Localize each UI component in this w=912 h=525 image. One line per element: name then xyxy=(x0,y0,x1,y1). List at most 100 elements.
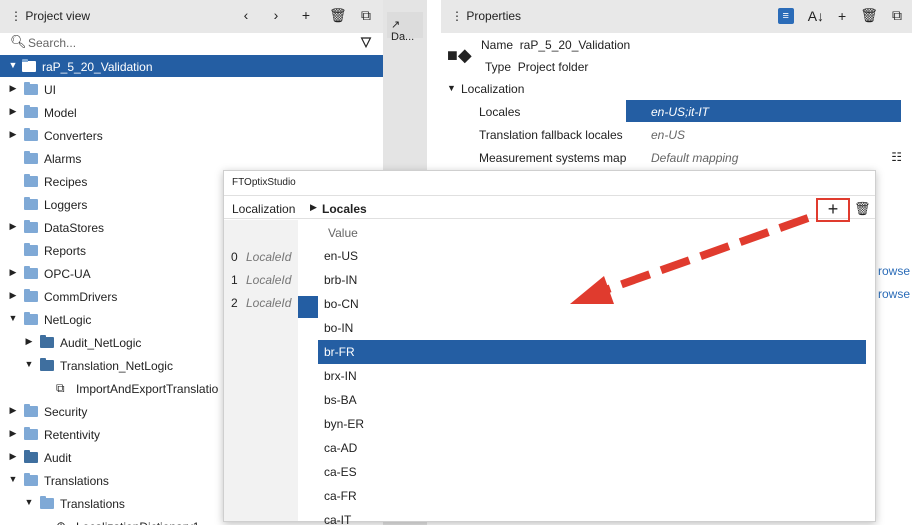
tree-item[interactable]: ▶ UI xyxy=(0,78,383,100)
sort-az-icon[interactable]: A↓ xyxy=(808,8,824,24)
locale-option-label: brb-IN xyxy=(324,273,358,287)
name-label: Name xyxy=(481,38,514,52)
tab-data-label: Da... xyxy=(391,31,415,43)
expand-icon[interactable]: ▶ xyxy=(24,336,34,347)
collapse-icon[interactable]: ▼ xyxy=(8,474,18,484)
locale-option[interactable]: brb-IN xyxy=(318,268,866,292)
tree-root-item[interactable]: ▼ raP_5_20_Validation xyxy=(0,55,383,77)
expand-icon[interactable]: ▶ xyxy=(8,405,18,416)
prop-row-fallback[interactable]: Translation fallback locales en-US xyxy=(441,123,912,145)
prop-key: Translation fallback locales xyxy=(479,128,623,142)
prop-key: Locales xyxy=(479,105,521,119)
project-folder-icon: ■◆ xyxy=(447,45,472,65)
tree-item-label: Security xyxy=(44,405,88,419)
tree-item[interactable]: ▶ Converters xyxy=(0,124,383,146)
locale-option[interactable]: bo-IN xyxy=(318,316,866,340)
locale-option[interactable]: ca-FR xyxy=(318,484,866,508)
dialog-titlebar: FTOptixStudio xyxy=(224,171,875,193)
forward-icon[interactable]: › xyxy=(269,7,283,24)
name-value[interactable]: raP_5_20_Validation xyxy=(520,38,631,52)
alarms-folder-icon xyxy=(24,151,38,164)
tree-item-label: CommDrivers xyxy=(44,290,118,304)
tree-item[interactable]: Alarms xyxy=(0,147,383,169)
browse-link[interactable]: rowse xyxy=(878,264,910,278)
value-column-header: Value xyxy=(328,226,358,240)
prop-value-box[interactable]: en-US;it-IT xyxy=(626,100,901,122)
filter-list-icon[interactable]: ≡ xyxy=(777,7,794,24)
properties-title-text: Properties xyxy=(466,9,522,23)
locale-option[interactable]: bo-CN xyxy=(318,292,866,316)
collapse-icon[interactable]: ▼ xyxy=(8,313,18,323)
search-icon: 🔍︎ xyxy=(10,34,27,49)
locale-option-label: ca-IT xyxy=(324,513,352,525)
row-index: 0 xyxy=(231,250,238,264)
expand-icon[interactable]: ▶ xyxy=(8,129,18,140)
copy-icon[interactable]: ⧉ xyxy=(892,7,902,24)
locale-option[interactable]: ca-ES xyxy=(318,460,866,484)
tree-item-label: Recipes xyxy=(44,175,88,189)
collapse-icon[interactable]: ▼ xyxy=(8,60,18,70)
localization-section[interactable]: ▼ Localization xyxy=(441,79,912,99)
trash-icon[interactable]: 🗑 xyxy=(854,201,871,217)
opcua-folder-icon xyxy=(24,266,38,279)
project-view-header: ⋮ Project view ‹ › + 🗑 ⧉ xyxy=(0,0,383,33)
model-folder-icon xyxy=(24,105,38,118)
prop-value[interactable]: en-US xyxy=(651,128,685,142)
trash-icon[interactable]: 🗑 xyxy=(329,7,347,24)
expand-icon[interactable]: ▶ xyxy=(8,106,18,117)
locale-option-label: ca-AD xyxy=(324,441,358,455)
locale-option[interactable]: byn-ER xyxy=(318,412,866,436)
row-index: 1 xyxy=(231,273,238,287)
folder-icon xyxy=(40,358,54,371)
prop-value[interactable]: en-US;it-IT xyxy=(651,105,709,119)
tab-data[interactable]: ↗ Da... xyxy=(387,12,423,43)
collapse-icon[interactable]: ▼ xyxy=(447,83,456,93)
add-locale-button[interactable]: + xyxy=(816,198,850,222)
locale-option[interactable]: en-US xyxy=(318,244,866,268)
prop-row-locales[interactable]: Locales en-US;it-IT xyxy=(441,100,912,122)
locale-option-label: brx-IN xyxy=(324,369,357,383)
expand-icon[interactable]: ▶ xyxy=(8,451,18,462)
collapse-icon[interactable]: ▼ xyxy=(24,497,34,507)
selected-value-cell[interactable] xyxy=(298,296,318,318)
recipes-folder-icon xyxy=(24,174,38,187)
expand-icon[interactable]: ▶ xyxy=(8,83,18,94)
edit-mapping-icon[interactable]: ☷ xyxy=(891,150,902,164)
search-input[interactable]: Search... xyxy=(28,36,76,50)
filter-icon[interactable]: ▽ xyxy=(361,34,371,50)
locale-option[interactable]: br-FR xyxy=(318,340,866,364)
tree-item-label: Retentivity xyxy=(44,428,101,442)
locale-option[interactable]: bs-BA xyxy=(318,388,866,412)
name-row: Name raP_5_20_Validation xyxy=(481,38,630,52)
expand-icon[interactable]: ▶ xyxy=(8,267,18,278)
breadcrumb-parent[interactable]: Localization xyxy=(232,202,295,216)
collapse-icon[interactable]: ▼ xyxy=(24,359,34,369)
locale-option[interactable]: brx-IN xyxy=(318,364,866,388)
folder-icon xyxy=(40,335,54,348)
prop-value[interactable]: Default mapping xyxy=(651,151,738,165)
expand-icon[interactable]: ▶ xyxy=(8,428,18,439)
netlogic-folder-icon xyxy=(24,312,38,325)
expand-icon[interactable]: ▶ xyxy=(8,290,18,301)
project-search-bar[interactable]: 🔍︎ Search... ▽ xyxy=(0,33,383,53)
commdrivers-folder-icon xyxy=(24,289,38,302)
prop-row-measurement[interactable]: Measurement systems map Default mapping … xyxy=(441,146,912,168)
locale-option[interactable]: ca-IT xyxy=(318,508,866,525)
row-id: LocaleId xyxy=(246,273,292,287)
browse-link[interactable]: rowse xyxy=(878,287,910,301)
properties-identity: ■◆ Name raP_5_20_Validation Type Project… xyxy=(441,33,912,77)
expand-icon[interactable]: ▶ xyxy=(8,221,18,232)
locale-option[interactable]: ca-AD xyxy=(318,436,866,460)
tree-item-label: Translation_NetLogic xyxy=(60,359,173,373)
script-icon: ⧉ xyxy=(56,381,65,395)
add-icon[interactable]: + xyxy=(838,8,846,24)
add-icon[interactable]: + xyxy=(299,7,313,24)
row-id: LocaleId xyxy=(246,296,292,310)
trash-icon[interactable]: 🗑︎ xyxy=(860,7,878,24)
tree-item[interactable]: ▶ Model xyxy=(0,101,383,123)
locale-option-label: byn-ER xyxy=(324,417,365,431)
back-icon[interactable]: ‹ xyxy=(239,7,253,24)
translations-folder-icon xyxy=(40,496,54,509)
tree-item-label: LocalizationDictionary1 xyxy=(76,520,199,525)
copy-icon[interactable]: ⧉ xyxy=(359,7,373,24)
